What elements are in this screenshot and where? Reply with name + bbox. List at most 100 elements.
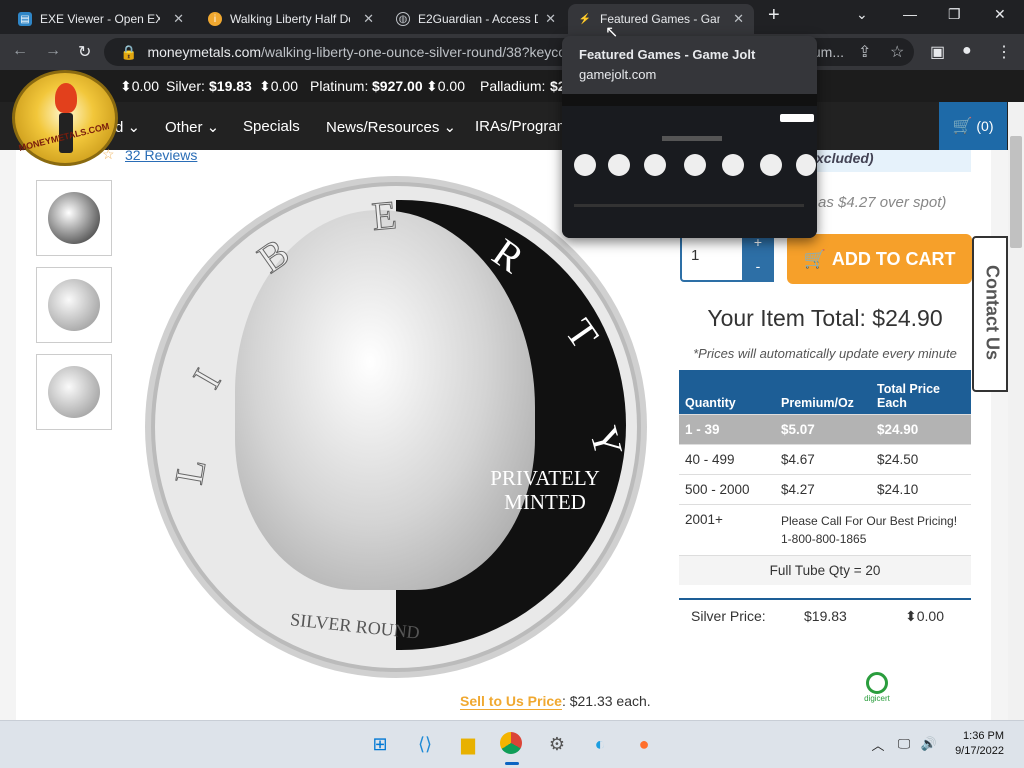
product-thumbnail[interactable]	[36, 180, 112, 256]
profile-icon[interactable]: ●	[962, 42, 972, 60]
silver-price-label: Silver Price:	[691, 608, 766, 624]
digicert-label: digicert	[864, 694, 890, 703]
torch-flame-icon	[55, 83, 77, 113]
nav-item-specials[interactable]: Specials	[243, 118, 300, 135]
reviews-link[interactable]: 32 Reviews	[125, 147, 197, 163]
tab-featured-games[interactable]: ⚡ Featured Games - Gam ✕	[568, 4, 754, 34]
add-to-cart-label: ADD TO CART	[831, 248, 956, 269]
quantity-decrement-button[interactable]: -	[742, 258, 774, 282]
back-button[interactable]: ←	[12, 42, 28, 60]
table-footer-row: Full Tube Qty = 20	[679, 554, 971, 585]
coin-privately-minted: PRIVATELY MINTED	[490, 466, 600, 514]
volume-icon[interactable]: 🔊	[917, 732, 941, 756]
minimize-button[interactable]: —	[903, 6, 917, 22]
table-row: 2001+ Please Call For Our Best Pricing! …	[679, 503, 971, 555]
product-thumbnail[interactable]	[36, 354, 112, 430]
spot-note: as $4.27 over spot)	[818, 194, 947, 211]
chrome-icon[interactable]	[500, 732, 522, 754]
hover-card-title: Featured Games - Game Jolt	[579, 47, 756, 62]
table-cell: $24.90	[871, 413, 971, 444]
price-update-note: *Prices will automatically update every …	[693, 346, 957, 361]
digicert-icon	[866, 672, 888, 694]
tab-title: E2Guardian - Access De	[418, 12, 538, 26]
windows-start-icon[interactable]: ⊞	[368, 732, 392, 756]
table-row: 1 - 39 $5.07 $24.90	[679, 413, 971, 444]
pricing-table: Quantity Premium/Oz Total Price Each 1 -…	[679, 370, 971, 585]
exe-viewer-icon: ▤	[18, 12, 32, 26]
scrollbar-thumb[interactable]	[1010, 136, 1022, 248]
site-logo[interactable]	[12, 70, 118, 166]
browser-tab-strip: ▤ EXE Viewer - Open EXE ✕ i Walking Libe…	[0, 0, 1024, 34]
tab-walking-liberty[interactable]: i Walking Liberty Half Do ✕	[198, 4, 384, 34]
quantity-input[interactable]	[691, 247, 739, 264]
table-cell: $4.67	[775, 443, 871, 474]
url-host: moneymetals.com	[147, 44, 262, 60]
lock-icon: 🔒	[120, 43, 138, 60]
clock-time: 1:36 PM	[963, 730, 1004, 742]
cart-icon: 🛒	[952, 118, 973, 135]
url-tail: um...	[812, 44, 844, 60]
close-window-button[interactable]: ✕	[994, 6, 1006, 23]
sell-to-us-link[interactable]: Sell to Us Price	[460, 693, 562, 710]
close-icon[interactable]: ✕	[173, 11, 184, 27]
side-panel-icon[interactable]: ▣	[930, 42, 945, 62]
maximize-button[interactable]: ❐	[948, 6, 961, 23]
tab-search-icon[interactable]: ⌄	[856, 6, 868, 23]
vscode-icon[interactable]: ⟨⟩	[413, 732, 437, 756]
excluded-note: xcluded)	[812, 150, 971, 172]
silver-price-row: Silver Price: $19.83 ⬍0.00	[679, 598, 971, 630]
sell-to-us-value: : $21.33 each.	[561, 693, 651, 709]
cart-count: (0)	[976, 118, 994, 134]
active-app-indicator	[505, 762, 519, 765]
tab-hover-card: Featured Games - Game Jolt gamejolt.com	[562, 36, 817, 238]
gamejolt-icon: ⚡	[578, 13, 592, 25]
platinum-label: Platinum:	[310, 78, 369, 94]
table-cell: $24.10	[871, 473, 971, 504]
bookmark-star-icon[interactable]: ☆	[890, 42, 904, 62]
share-icon[interactable]: ⇪	[858, 42, 871, 62]
forward-button[interactable]: →	[45, 42, 61, 60]
edge-icon[interactable]: ◐	[588, 732, 612, 756]
menu-icon[interactable]: ⋮	[996, 42, 1012, 62]
column-header: Premium/Oz	[775, 370, 871, 414]
close-icon[interactable]: ✕	[363, 11, 374, 27]
nav-item-other[interactable]: Other ⌄	[165, 118, 219, 136]
platinum-change: ⬍0.00	[426, 78, 465, 94]
add-to-cart-button[interactable]: 🛒 ADD TO CART	[787, 234, 972, 284]
site-nav: d ⌄ Other ⌄ Specials News/Resources ⌄ IR…	[0, 102, 1024, 150]
table-row: 40 - 499 $4.67 $24.50	[679, 443, 971, 474]
tab-exe-viewer[interactable]: ▤ EXE Viewer - Open EXE ✕	[8, 4, 194, 34]
table-cell: 1 - 39	[679, 413, 775, 444]
network-icon[interactable]: 🖵	[892, 732, 916, 756]
nav-item-partial[interactable]: d ⌄	[115, 118, 140, 136]
column-header: Total Price Each	[871, 370, 971, 414]
sell-to-us: Sell to Us Price: $21.33 each.	[460, 693, 651, 710]
table-cell: 40 - 499	[679, 443, 775, 474]
nav-item-news[interactable]: News/Resources ⌄	[326, 118, 456, 136]
silver-price-value: $19.83	[804, 608, 847, 624]
settings-gear-icon[interactable]: ⚙	[545, 732, 569, 756]
gold-change: ⬍0.00	[120, 78, 159, 94]
cart-icon: 🛒	[803, 248, 826, 269]
hover-card-domain: gamejolt.com	[579, 67, 657, 82]
table-cell: $4.27	[775, 473, 871, 504]
close-icon[interactable]: ✕	[545, 11, 556, 27]
close-icon[interactable]: ✕	[733, 11, 744, 27]
reload-button[interactable]: ↻	[78, 42, 91, 62]
chevron-up-icon[interactable]: ︿	[866, 732, 890, 756]
tab-e2guardian[interactable]: ◍ E2Guardian - Access De ✕	[386, 4, 566, 34]
contact-us-tab[interactable]: Contact Us	[972, 236, 1008, 392]
taskbar-clock[interactable]: 1:36 PM 9/17/2022	[948, 729, 1004, 759]
cart-button[interactable]: 🛒 (0)	[939, 102, 1007, 150]
column-header: Quantity	[679, 370, 775, 414]
firefox-icon[interactable]: ●	[632, 732, 656, 756]
table-cell: 500 - 2000	[679, 473, 775, 504]
product-thumbnail[interactable]	[36, 267, 112, 343]
digicert-badge[interactable]: digicert	[862, 672, 892, 703]
file-explorer-icon[interactable]: ▆	[456, 732, 480, 756]
nav-item-iras[interactable]: IRAs/Program	[475, 118, 569, 135]
new-tab-button[interactable]: +	[768, 4, 780, 27]
table-cell: $5.07	[775, 413, 871, 444]
tab-title: Walking Liberty Half Do	[230, 12, 350, 26]
silver-price: $19.83	[209, 78, 252, 94]
